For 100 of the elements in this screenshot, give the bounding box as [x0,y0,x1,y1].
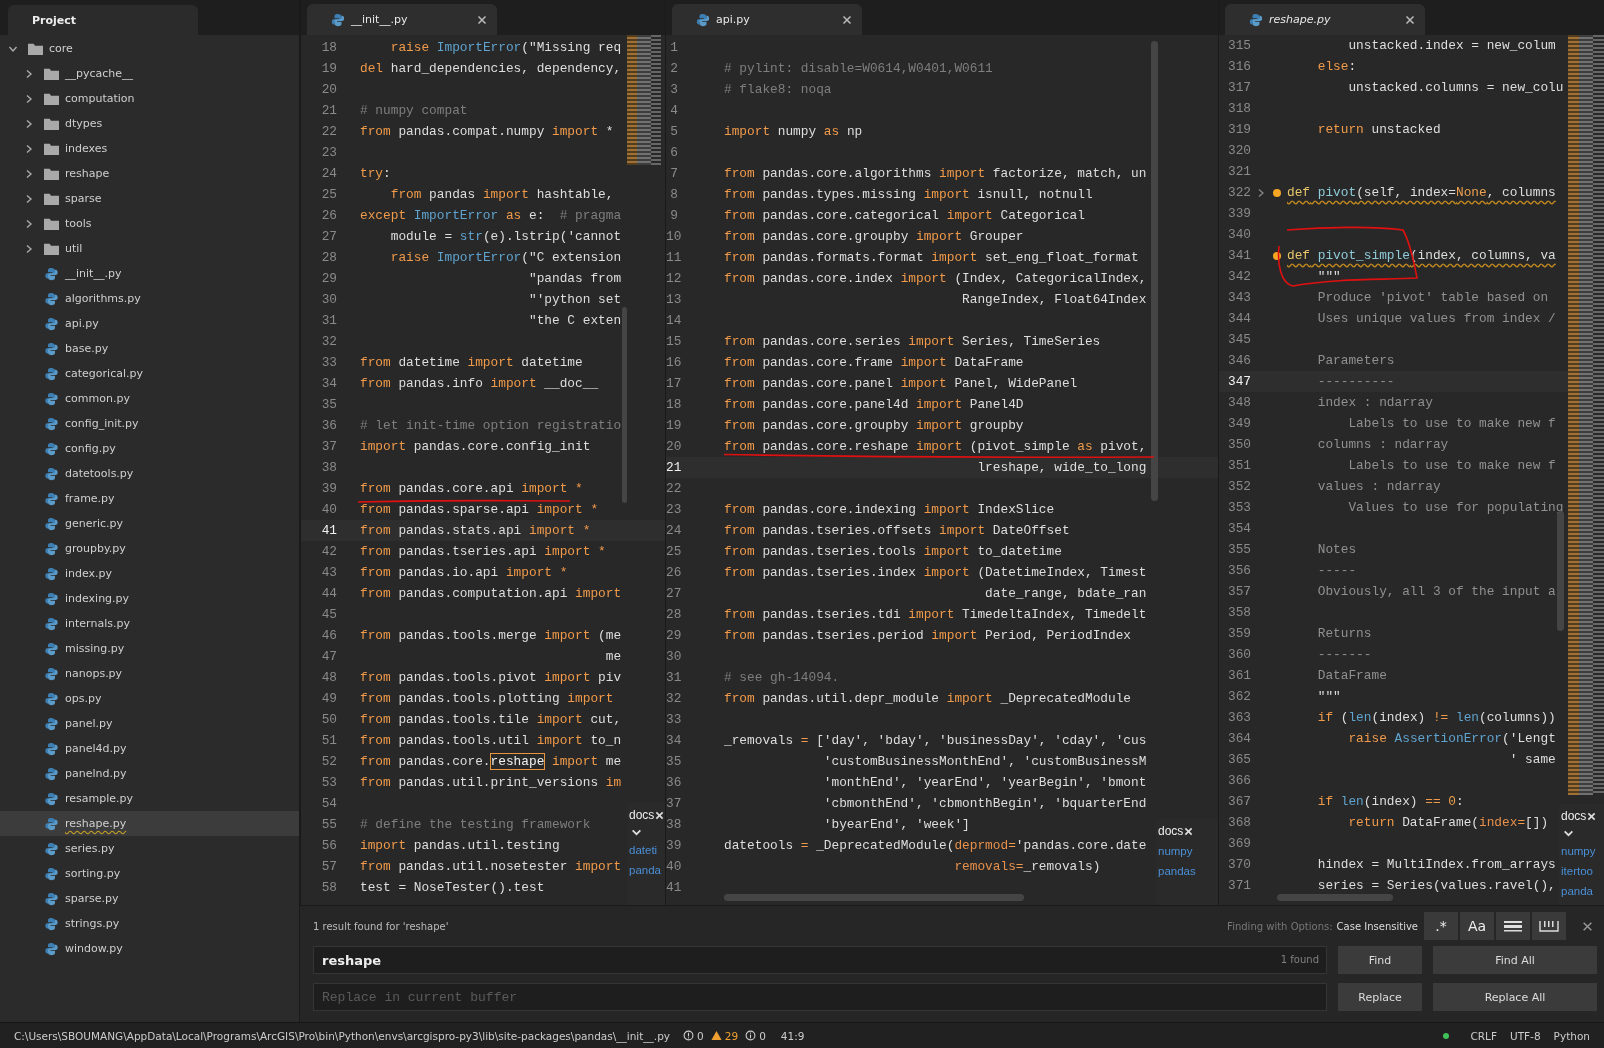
tree-item[interactable]: base.py [0,336,299,361]
tree-item[interactable]: common.py [0,386,299,411]
file-path[interactable]: C:\Users\SBOUMANG\AppData\Local\Programs\ArcGIS\Pro\bin\Python\envs\arcgispro-py3\lib\site-packages\pandas\__init__.py [14,1029,671,1042]
info-icon[interactable] [745,1030,757,1041]
tree-item[interactable]: panelnd.py [0,761,299,786]
grammar[interactable]: Python [1553,1029,1590,1042]
tree-item[interactable]: sparse [0,186,299,211]
code-line: from pandas.core.api import * [360,481,583,496]
tree-item[interactable]: core [0,36,299,61]
tree-item[interactable]: config.py [0,436,299,461]
tree-item[interactable]: frame.py [0,486,299,511]
tree-item[interactable]: __init__.py [0,261,299,286]
find-button[interactable]: Find [1338,946,1422,974]
tree-item[interactable]: ops.py [0,686,299,711]
code-line: from pandas.tools.pivot import piv [360,670,622,685]
folder-icon [44,66,59,81]
tree-item[interactable]: algorithms.py [0,286,299,311]
docs-link[interactable]: dateti [629,840,663,860]
scrollbar-thumb[interactable] [1277,894,1393,901]
option-toggle[interactable] [1496,912,1530,940]
tree-item[interactable]: groupby.py [0,536,299,561]
chevron-right-icon[interactable] [24,243,34,254]
tree-item[interactable]: api.py [0,311,299,336]
chevron-right-icon[interactable] [24,118,34,129]
tree-item[interactable]: sparse.py [0,886,299,911]
tree-item[interactable]: reshape.py [0,811,299,836]
docs-link[interactable]: panda [629,860,663,880]
python-file-icon [44,941,59,956]
close-icon[interactable] [842,14,852,25]
tree-item[interactable]: categorical.py [0,361,299,386]
chevron-right-icon[interactable] [24,93,34,104]
line-ending[interactable]: CRLF [1470,1029,1497,1042]
panel-tab[interactable]: Project [8,5,198,35]
chevron-right-icon[interactable] [24,218,34,229]
status-dot-icon[interactable] [1443,1032,1450,1039]
replace-button[interactable]: Replace All [1433,983,1597,1011]
docs-link[interactable]: panda [1561,881,1603,901]
tree-item[interactable]: resample.py [0,786,299,811]
line-number: 29 [320,271,337,286]
minimap[interactable] [627,35,661,165]
editor-tab[interactable]: reshape.py [1225,4,1425,35]
close-icon[interactable] [1582,920,1593,932]
tree-item[interactable]: sorting.py [0,861,299,886]
tree-item[interactable]: panel.py [0,711,299,736]
docs-link[interactable]: numpy [1561,841,1603,861]
tree-item[interactable]: strings.py [0,911,299,936]
tree-item[interactable]: tools [0,211,299,236]
tree-item[interactable]: nanops.py [0,661,299,686]
code-line: Produce 'pivot' table based on [1317,290,1549,305]
minimap[interactable] [1568,35,1604,795]
find-button[interactable]: Find All [1433,946,1597,974]
close-icon[interactable] [477,14,487,25]
caret-icon[interactable] [631,828,642,837]
encoding[interactable]: UTF-8 [1510,1029,1541,1042]
scrollbar-thumb[interactable] [724,894,1024,901]
caret-icon[interactable] [1563,829,1574,838]
tree-item[interactable]: index.py [0,561,299,586]
tree-item[interactable]: dtypes [0,111,299,136]
scrollbar-thumb[interactable] [1151,41,1158,501]
chevron-right-icon[interactable] [24,68,34,79]
editor-tab[interactable]: api.py [672,4,862,35]
code-line: from pandas.tools.tile import cut, [360,712,622,727]
editor-tab[interactable]: __init__.py [307,4,497,35]
chevron-right-icon[interactable] [24,143,34,154]
docs-title: docs [629,808,655,822]
tree-item[interactable]: datetools.py [0,461,299,486]
tree-item[interactable]: util [0,236,299,261]
scrollbar-thumb[interactable] [622,307,627,503]
docs-link[interactable]: numpy [1158,841,1216,861]
tree-item[interactable]: reshape [0,161,299,186]
tree-item[interactable]: missing.py [0,636,299,661]
tree-item[interactable]: computation [0,86,299,111]
python-file-icon [44,291,59,306]
replace-button[interactable]: Replace [1338,983,1422,1011]
tree-item[interactable]: config_init.py [0,411,299,436]
option-toggle[interactable]: Aa [1460,912,1494,940]
option-toggle[interactable] [1532,912,1566,940]
docs-link[interactable]: itertoo [1561,861,1603,881]
tree-item[interactable]: panel4d.py [0,736,299,761]
line-number: 346 [1226,353,1251,368]
error-icon[interactable] [683,1030,695,1041]
close-icon[interactable] [1405,14,1415,25]
chevron-right-icon[interactable] [24,193,34,204]
line-number: 366 [1226,773,1251,788]
tree-item[interactable]: window.py [0,936,299,961]
tree-item[interactable]: generic.py [0,511,299,536]
warning-icon[interactable] [710,1030,722,1041]
option-toggle[interactable]: .* [1424,912,1458,940]
tree-item[interactable]: internals.py [0,611,299,636]
tree-item[interactable]: indexes [0,136,299,161]
docs-link[interactable]: pandas [1158,861,1216,881]
folder-icon [44,141,59,156]
replace-field[interactable]: Replace in current buffer [313,983,1327,1011]
chevron-right-icon[interactable] [24,168,34,179]
tree-item[interactable]: __pycache__ [0,61,299,86]
cursor-position[interactable]: 41:9 [780,1029,805,1042]
tree-item[interactable]: series.py [0,836,299,861]
code-line: return unstacked [1317,122,1441,137]
folder-icon [44,191,59,206]
tree-item[interactable]: indexing.py [0,586,299,611]
